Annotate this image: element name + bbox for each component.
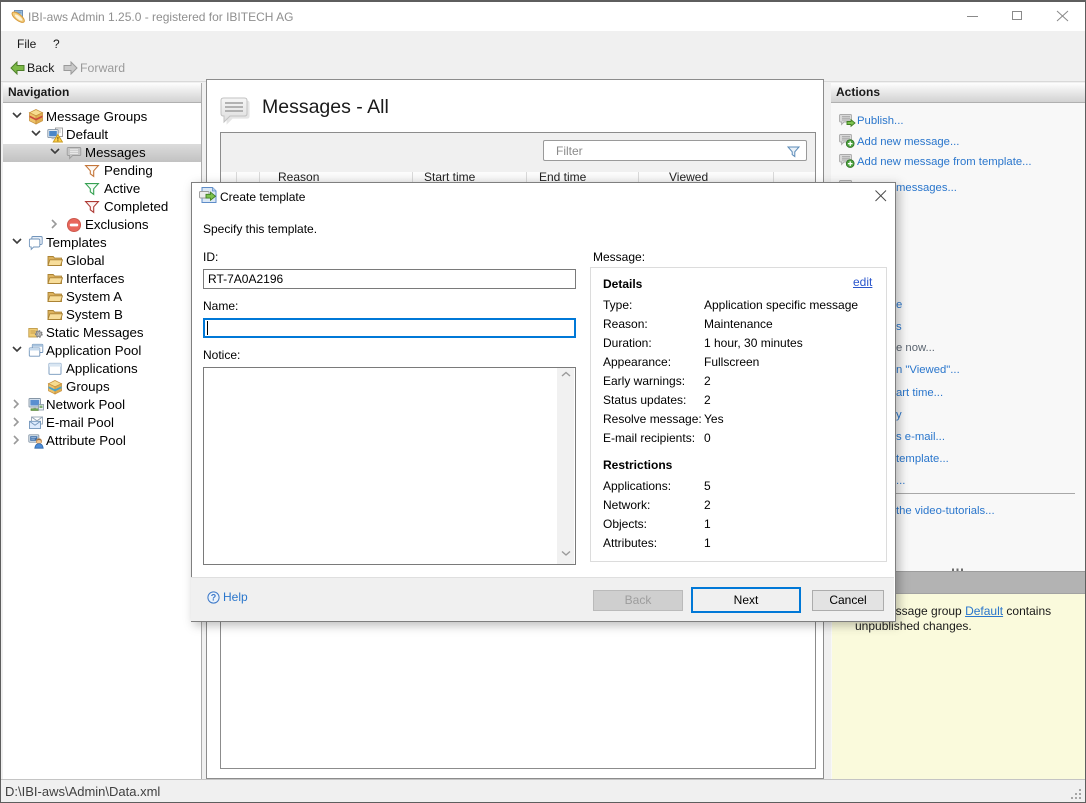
- svg-text:?: ?: [211, 593, 217, 603]
